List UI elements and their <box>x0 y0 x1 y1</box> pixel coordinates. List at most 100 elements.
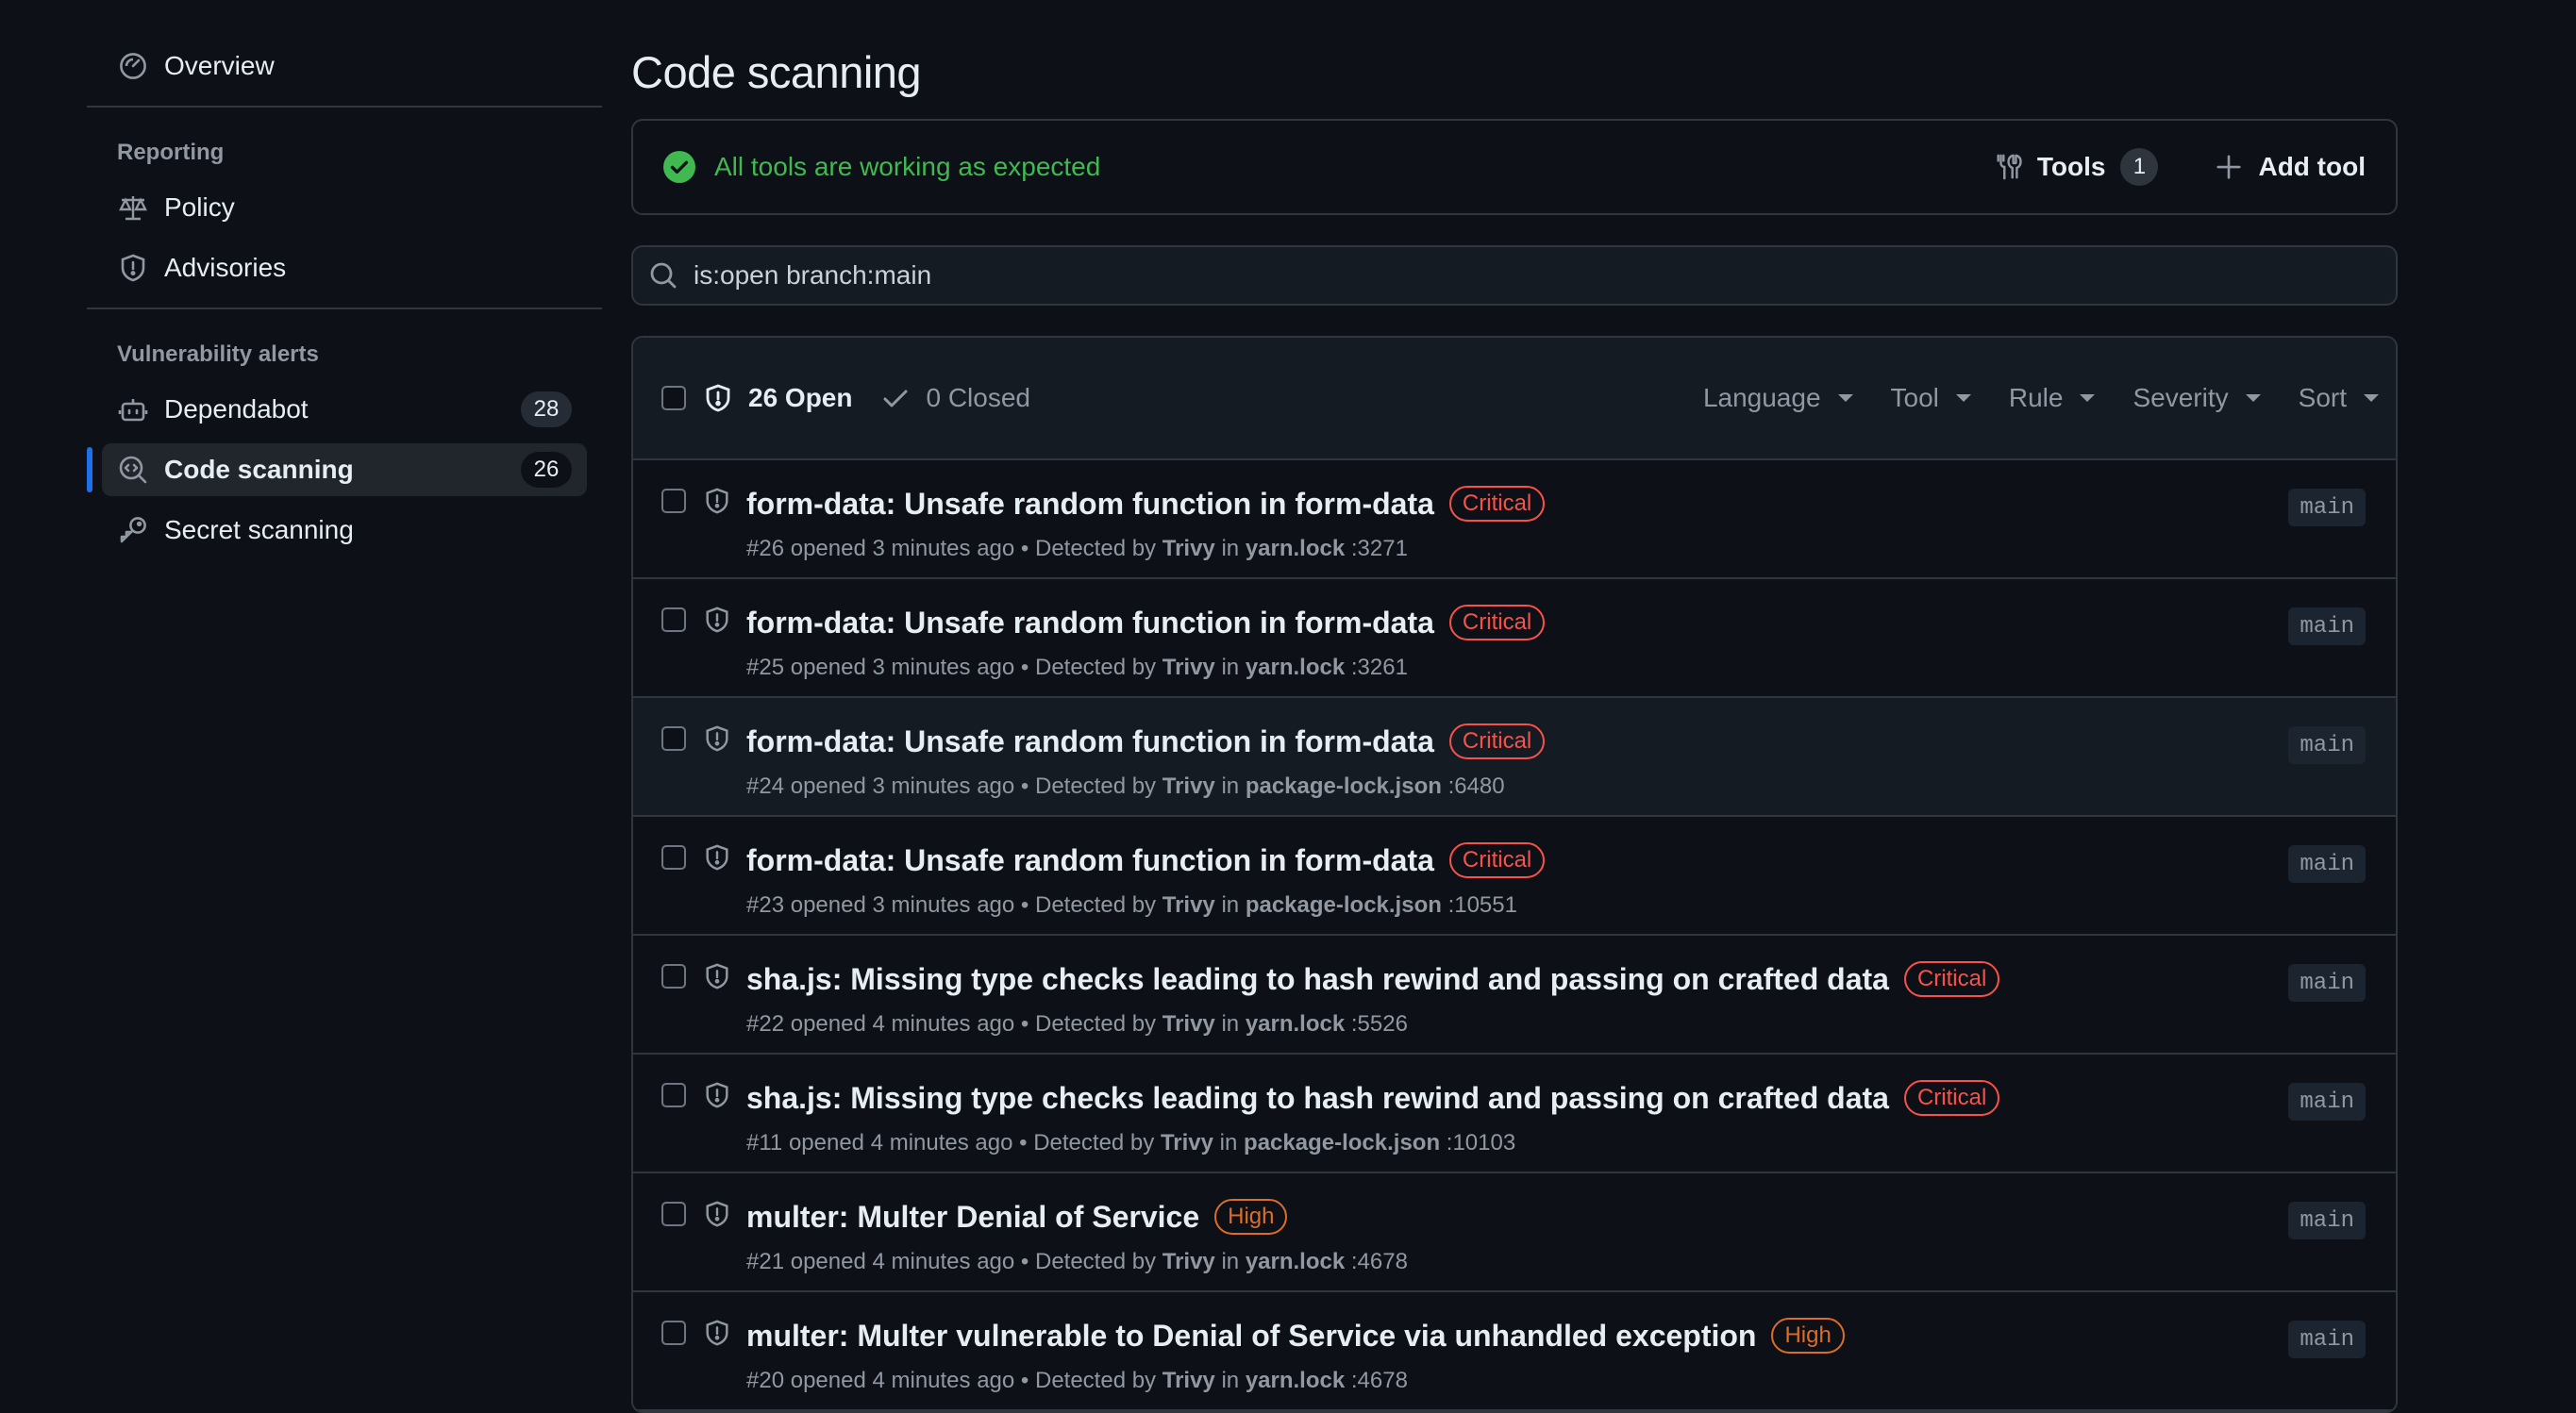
sidebar-item-label: Advisories <box>164 253 287 282</box>
check-circle-fill-icon <box>663 151 695 183</box>
filter-dropdowns: Language Tool Rule Severity Sort <box>1665 383 2379 413</box>
line-number: :4678 <box>1350 1249 1408 1274</box>
alert-search-bar[interactable] <box>631 245 2398 306</box>
branch-label: main <box>2288 964 2366 1002</box>
row-checkbox[interactable] <box>661 1083 686 1107</box>
code-scanning-count-badge: 26 <box>521 452 572 488</box>
alert-row[interactable]: multer: Multer Denial of Service High #2… <box>633 1173 2396 1292</box>
branch-label: main <box>2288 607 2366 645</box>
tools-icon <box>1997 154 2022 180</box>
severity-badge: Critical <box>1448 605 1546 640</box>
tool-name: Trivy <box>1160 1130 1213 1155</box>
row-checkbox[interactable] <box>661 726 686 751</box>
line-number: :3261 <box>1350 655 1408 680</box>
sort-dropdown[interactable]: Sort <box>2299 383 2379 413</box>
shield-icon <box>117 252 149 284</box>
tools-button[interactable]: Tools 1 <box>1994 148 2159 186</box>
alert-number: #26 <box>746 536 785 561</box>
detected-by-label: Detected by <box>1034 1011 1157 1037</box>
detected-by-label: Detected by <box>1033 1130 1155 1155</box>
meta-separator: • <box>1019 1130 1028 1155</box>
select-all-checkbox[interactable] <box>661 386 686 410</box>
row-checkbox[interactable] <box>661 964 686 989</box>
in-label: in <box>1219 1130 1238 1155</box>
law-icon <box>117 191 149 224</box>
caret-down-icon <box>1955 394 1971 402</box>
alert-row[interactable]: form-data: Unsafe random function in for… <box>633 817 2396 936</box>
detected-by-label: Detected by <box>1034 773 1157 799</box>
alert-row[interactable]: sha.js: Missing type checks leading to h… <box>633 936 2396 1055</box>
alert-opened-time: opened 3 minutes ago <box>790 655 1015 680</box>
row-checkbox[interactable] <box>661 607 686 632</box>
alert-title-link[interactable]: form-data: Unsafe random function in for… <box>746 487 1434 522</box>
sidebar-item-code-scanning[interactable]: Code scanning 26 <box>87 443 587 496</box>
tool-name: Trivy <box>1162 1011 1215 1037</box>
alert-row[interactable]: form-data: Unsafe random function in for… <box>633 460 2396 579</box>
search-input[interactable] <box>694 260 2381 291</box>
alert-row[interactable]: form-data: Unsafe random function in for… <box>633 698 2396 817</box>
severity-badge: Critical <box>1448 486 1546 522</box>
tool-name: Trivy <box>1162 1249 1215 1274</box>
tool-name: Trivy <box>1162 773 1215 799</box>
alert-number: #22 <box>746 1011 785 1037</box>
alert-number: #20 <box>746 1368 785 1393</box>
sidebar-item-policy[interactable]: Policy <box>102 181 587 234</box>
branch-label: main <box>2288 1202 2366 1239</box>
row-checkbox[interactable] <box>661 489 686 513</box>
tool-filter-dropdown[interactable]: Tool <box>1891 383 1971 413</box>
add-tool-button[interactable]: Add tool <box>2215 152 2366 182</box>
sidebar-item-dependabot[interactable]: Dependabot 28 <box>102 383 587 436</box>
row-checkbox[interactable] <box>661 1202 686 1226</box>
alert-meta: #26 opened 3 minutes ago • Detected by T… <box>746 536 1545 562</box>
language-filter-dropdown[interactable]: Language <box>1703 383 1853 413</box>
alert-meta: #25 opened 3 minutes ago • Detected by T… <box>746 655 1545 681</box>
key-icon <box>117 514 149 546</box>
alert-title-link[interactable]: multer: Multer vulnerable to Denial of S… <box>746 1319 1756 1354</box>
shield-icon <box>706 844 728 871</box>
alert-title-link[interactable]: sha.js: Missing type checks leading to h… <box>746 1081 1889 1116</box>
sidebar-item-advisories[interactable]: Advisories <box>102 241 587 294</box>
alert-title-link[interactable]: multer: Multer Denial of Service <box>746 1200 1199 1235</box>
severity-filter-dropdown[interactable]: Severity <box>2133 383 2261 413</box>
severity-badge: Critical <box>1448 723 1546 759</box>
detected-by-label: Detected by <box>1034 536 1157 561</box>
rule-filter-dropdown[interactable]: Rule <box>2009 383 2096 413</box>
add-tool-label: Add tool <box>2258 152 2366 181</box>
alert-row[interactable]: form-data: Unsafe random function in for… <box>633 579 2396 698</box>
in-label: in <box>1221 1249 1240 1274</box>
alert-opened-time: opened 3 minutes ago <box>790 773 1015 799</box>
branch-label: main <box>2288 845 2366 883</box>
alert-row[interactable]: sha.js: Missing type checks leading to h… <box>633 1055 2396 1173</box>
open-filter-tab[interactable]: 26 Open <box>703 383 852 413</box>
alert-title-link[interactable]: form-data: Unsafe random function in for… <box>746 606 1434 640</box>
alert-title-link[interactable]: form-data: Unsafe random function in for… <box>746 843 1434 878</box>
file-path: package-lock.json <box>1245 773 1442 799</box>
row-checkbox[interactable] <box>661 845 686 870</box>
line-number: :10103 <box>1446 1130 1516 1155</box>
in-label: in <box>1221 536 1240 561</box>
severity-badge: Critical <box>1448 842 1546 878</box>
section-label-vulnerability-alerts: Vulnerability alerts <box>117 341 319 367</box>
branch-label: main <box>2288 726 2366 764</box>
alert-title-link[interactable]: form-data: Unsafe random function in for… <box>746 724 1434 759</box>
sidebar-divider <box>87 308 602 309</box>
alert-opened-time: opened 4 minutes ago <box>788 1130 1013 1155</box>
sidebar-item-label: Secret scanning <box>164 515 354 544</box>
detected-by-label: Detected by <box>1034 892 1157 918</box>
main-content: Code scanning All tools are working as e… <box>631 0 2398 1413</box>
alert-opened-time: opened 3 minutes ago <box>790 892 1015 918</box>
alert-meta: #22 opened 4 minutes ago • Detected by T… <box>746 1011 1999 1038</box>
sidebar-item-secret-scanning[interactable]: Secret scanning <box>102 504 587 557</box>
tool-status-banner: All tools are working as expected Tools … <box>631 119 2398 215</box>
in-label: in <box>1221 892 1240 918</box>
sidebar-item-overview[interactable]: Overview <box>102 40 587 92</box>
alert-title-link[interactable]: sha.js: Missing type checks leading to h… <box>746 962 1889 997</box>
alert-row[interactable]: multer: Multer vulnerable to Denial of S… <box>633 1292 2396 1411</box>
filter-label: Severity <box>2133 383 2229 412</box>
row-checkbox[interactable] <box>661 1321 686 1345</box>
meter-icon <box>117 50 149 82</box>
alert-opened-time: opened 4 minutes ago <box>790 1249 1015 1274</box>
shield-icon <box>706 725 728 752</box>
alert-list: form-data: Unsafe random function in for… <box>633 460 2396 1411</box>
closed-filter-tab[interactable]: 0 Closed <box>880 383 1030 413</box>
